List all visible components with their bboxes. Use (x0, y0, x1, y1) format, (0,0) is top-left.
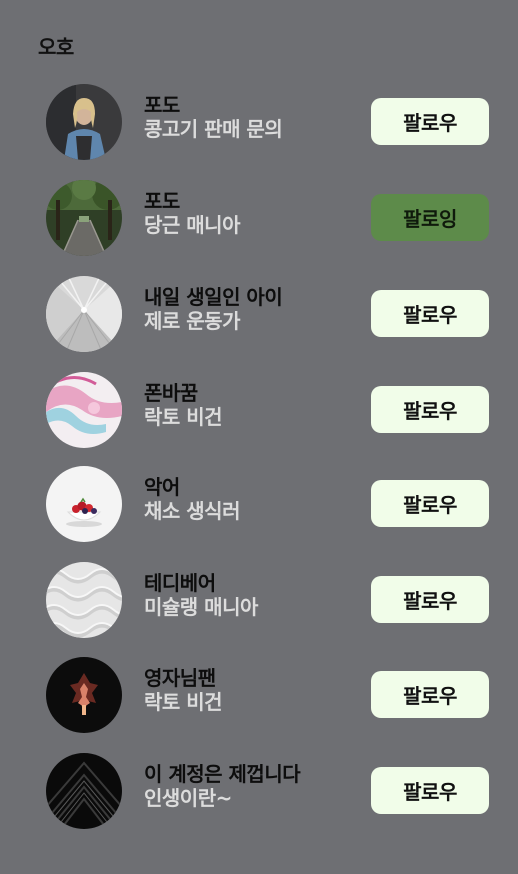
user-name: 영자님팬 (144, 666, 216, 690)
pink-marble-image (46, 372, 122, 448)
user-info: 영자님팬 락토 비건 (144, 666, 223, 715)
avatar[interactable] (46, 180, 122, 256)
user-name: 내일 생일인 아이 (144, 285, 283, 309)
user-info: 테디베어 미슐랭 매니아 (144, 571, 258, 620)
user-subtitle: 락토 비건 (144, 690, 223, 714)
following-button[interactable]: 팔로잉 (371, 194, 489, 241)
user-subtitle: 채소 생식러 (144, 499, 240, 523)
avatar[interactable] (46, 466, 122, 542)
white-pattern-image (46, 562, 122, 638)
follow-button[interactable]: 팔로우 (371, 671, 489, 718)
avatar[interactable] (46, 657, 122, 733)
user-row[interactable]: 내일 생일인 아이 제로 운동가 팔로우 (0, 274, 518, 354)
user-info: 포도 당근 매니아 (144, 189, 240, 238)
forest-bridge-image (46, 180, 122, 256)
user-name: 폰바꿈 (144, 381, 198, 405)
section-title: 오호 (38, 35, 74, 59)
person-portrait-image (46, 84, 122, 160)
user-subtitle: 콩고기 판매 문의 (144, 117, 283, 141)
user-name: 테디베어 (144, 571, 216, 595)
avatar[interactable] (46, 276, 122, 352)
user-name: 악어 (144, 475, 180, 499)
user-row[interactable]: 포도 당근 매니아 팔로잉 (0, 178, 518, 258)
user-info: 악어 채소 생식러 (144, 475, 240, 524)
avatar[interactable] (46, 562, 122, 638)
avatar[interactable] (46, 753, 122, 829)
follow-button[interactable]: 팔로우 (371, 480, 489, 527)
user-info: 이 계정은 제껍니다 인생이란~ (144, 762, 301, 811)
user-subtitle: 제로 운동가 (144, 309, 240, 333)
user-row[interactable]: 이 계정은 제껍니다 인생이란~ 팔로우 (0, 751, 518, 831)
user-info: 내일 생일인 아이 제로 운동가 (144, 285, 283, 334)
black-chevrons-image (46, 753, 122, 829)
user-name: 이 계정은 제껍니다 (144, 762, 301, 786)
user-row[interactable]: 포도 콩고기 판매 문의 팔로우 (0, 82, 518, 162)
dark-symmetry-image (46, 657, 122, 733)
user-row[interactable]: 영자님팬 락토 비건 팔로우 (0, 655, 518, 735)
user-info: 포도 콩고기 판매 문의 (144, 93, 283, 142)
user-row[interactable]: 악어 채소 생식러 팔로우 (0, 464, 518, 544)
user-subtitle: 당근 매니아 (144, 213, 240, 237)
follow-button[interactable]: 팔로우 (371, 98, 489, 145)
user-info: 폰바꿈 락토 비건 (144, 381, 223, 430)
user-subtitle: 락토 비건 (144, 405, 223, 429)
user-subtitle: 미슐랭 매니아 (144, 595, 258, 619)
follow-button[interactable]: 팔로우 (371, 386, 489, 433)
user-subtitle: 인생이란~ (144, 786, 232, 810)
user-name: 포도 (144, 93, 180, 117)
follow-button[interactable]: 팔로우 (371, 767, 489, 814)
strawberry-bowl-image (46, 466, 122, 542)
white-tunnel-image (46, 276, 122, 352)
avatar[interactable] (46, 372, 122, 448)
user-row[interactable]: 폰바꿈 락토 비건 팔로우 (0, 370, 518, 450)
user-row[interactable]: 테디베어 미슐랭 매니아 팔로우 (0, 560, 518, 640)
follow-button[interactable]: 팔로우 (371, 576, 489, 623)
follow-button[interactable]: 팔로우 (371, 290, 489, 337)
user-name: 포도 (144, 189, 180, 213)
avatar[interactable] (46, 84, 122, 160)
